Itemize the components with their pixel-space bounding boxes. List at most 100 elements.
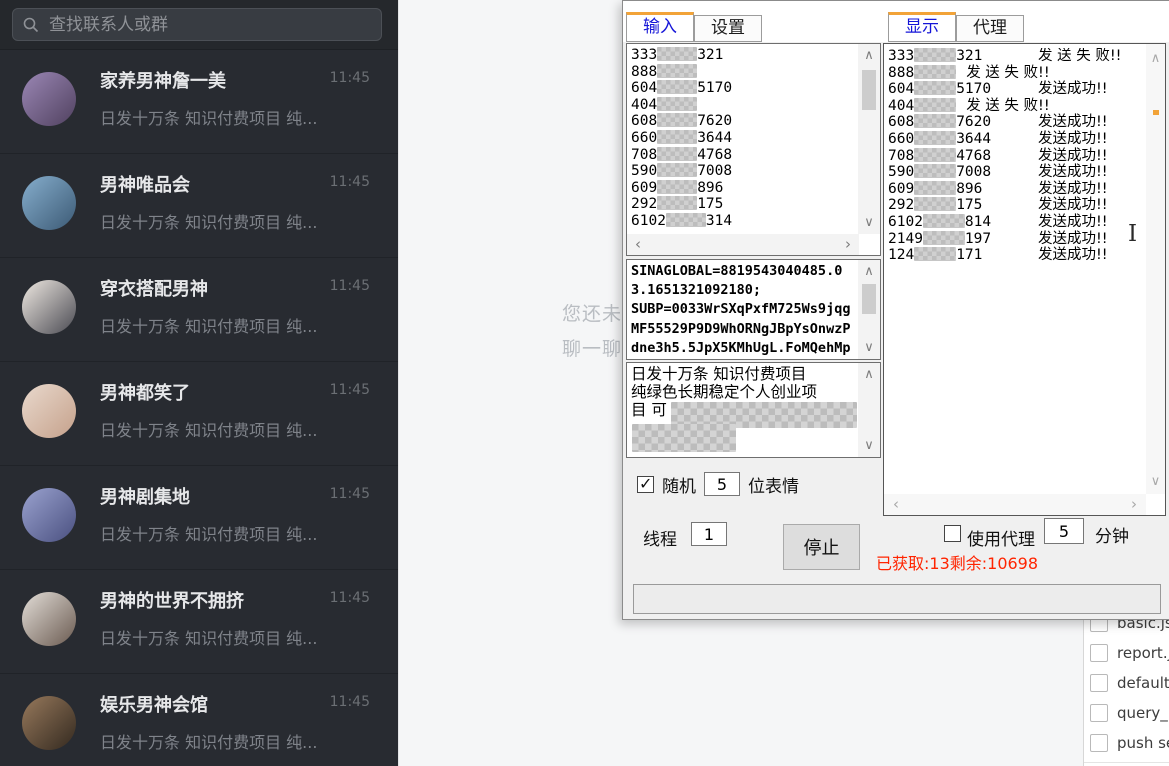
tab-display[interactable]: 显示	[888, 12, 956, 42]
number-suffix: 7620	[697, 113, 732, 129]
input-vertical-scrollbar[interactable]: ∧ ∨	[858, 44, 880, 234]
result-number: 609896	[888, 181, 1038, 198]
scrollbar-thumb[interactable]	[862, 70, 876, 110]
chat-list-item[interactable]: 男神唯品会 11:45 日发十万条 知识付费项目 纯...	[0, 154, 398, 258]
random-label: 随机	[662, 472, 696, 497]
chat-name: 穿衣搭配男神	[100, 275, 310, 301]
input-number-list: 3333218886045170404608762066036447084768…	[631, 47, 857, 233]
input-number-textarea[interactable]: 3333218886045170404608762066036447084768…	[626, 43, 881, 256]
blurred-digits	[914, 114, 956, 128]
chat-list-item[interactable]: 男神剧集地 11:45 日发十万条 知识付费项目 纯...	[0, 466, 398, 570]
file-list-item[interactable]: default_	[1084, 668, 1169, 698]
emoji-count-input[interactable]	[704, 472, 740, 496]
message-content-textarea[interactable]: 日发十万条 知识付费项目 纯绿色长期稳定个人创业项 目 可 ∧ ∨	[626, 362, 881, 458]
thread-count-input[interactable]	[691, 522, 727, 546]
status-bar-field[interactable]	[633, 584, 1161, 614]
content-vertical-scrollbar[interactable]: ∧ ∨	[858, 363, 880, 457]
chevron-down-icon[interactable]: ∨	[858, 341, 880, 354]
file-checkbox[interactable]	[1090, 704, 1108, 722]
chevron-down-icon[interactable]: ∨	[1146, 475, 1165, 488]
stop-button[interactable]: 停止	[783, 524, 860, 570]
chevron-left-icon[interactable]: ‹	[630, 234, 646, 255]
random-emoji-row: 随机 位表情	[637, 470, 799, 498]
chat-preview: 日发十万条 知识付费项目 纯...	[100, 209, 370, 233]
blurred-digits	[923, 231, 965, 245]
proxy-minutes-input[interactable]	[1044, 518, 1084, 544]
chevron-right-icon[interactable]: ›	[1126, 494, 1142, 515]
blurred-digits	[914, 197, 956, 211]
result-number: 2149197	[888, 231, 1038, 248]
send-status: 发送成功!!	[1038, 114, 1108, 130]
send-status: 发送成功!!	[1038, 81, 1108, 97]
number-suffix: 171	[956, 247, 982, 263]
number-prefix: 333	[631, 47, 657, 63]
chat-list-item[interactable]: 男神的世界不拥挤 11:45 日发十万条 知识付费项目 纯...	[0, 570, 398, 674]
empty-chat-hint: 您还未 聊一聊	[400, 297, 622, 367]
file-list-item[interactable]: push se	[1084, 728, 1169, 758]
blurred-digits	[914, 81, 956, 95]
chat-name: 家养男神詹一美	[100, 67, 310, 93]
number-prefix: 6102	[631, 213, 666, 229]
avatar	[22, 488, 76, 542]
result-number: 333321	[888, 48, 1038, 65]
tab-input[interactable]: 输入	[626, 12, 694, 42]
chevron-right-icon[interactable]: ›	[840, 234, 856, 255]
file-checkbox[interactable]	[1090, 644, 1108, 662]
result-number: 404	[888, 98, 966, 115]
use-proxy-checkbox[interactable]	[944, 525, 961, 542]
avatar	[22, 280, 76, 334]
search-input[interactable]	[47, 14, 371, 36]
send-result-row: 7084768发送成功!!	[888, 148, 1142, 165]
blurred-digits	[657, 130, 697, 144]
number-prefix: 604	[631, 80, 657, 96]
chevron-down-icon[interactable]: ∨	[858, 216, 880, 229]
send-status: 发送成功!!	[1038, 197, 1108, 213]
send-status: 发送成功!!	[1038, 247, 1108, 263]
chevron-up-icon[interactable]: ∧	[858, 49, 880, 62]
result-number: 6102814	[888, 214, 1038, 231]
chat-list: 家养男神詹一美 11:45 日发十万条 知识付费项目 纯... 男神唯品会 11…	[0, 50, 398, 766]
blurred-digits	[914, 247, 956, 261]
number-prefix: 888	[888, 65, 914, 81]
search-box[interactable]	[12, 8, 382, 41]
chat-list-item[interactable]: 穿衣搭配男神 11:45 日发十万条 知识付费项目 纯...	[0, 258, 398, 362]
send-result-row: 5907008发送成功!!	[888, 164, 1142, 181]
file-list-item[interactable]: report.js	[1084, 638, 1169, 668]
number-suffix: 321	[697, 47, 723, 63]
chevron-left-icon[interactable]: ‹	[888, 494, 904, 515]
cookie-textarea[interactable]: SINAGLOBAL=8819543040485.03.165132109218…	[626, 259, 881, 360]
input-number-row: 6102314	[631, 213, 857, 230]
number-suffix: 175	[956, 197, 982, 213]
chat-list-item[interactable]: 男神都笑了 11:45 日发十万条 知识付费项目 纯...	[0, 362, 398, 466]
cookie-vertical-scrollbar[interactable]: ∧ ∨	[858, 260, 880, 359]
output-horizontal-scrollbar[interactable]: ‹ ›	[884, 494, 1146, 515]
output-vertical-scrollbar[interactable]: ∧ ∨	[1146, 44, 1165, 494]
send-result-row: 6102814发送成功!!	[888, 214, 1142, 231]
input-number-row: 609896	[631, 180, 857, 197]
file-list-item[interactable]: query_re	[1084, 698, 1169, 728]
scrollbar-thumb[interactable]	[862, 284, 876, 314]
tab-settings[interactable]: 设置	[694, 15, 762, 42]
chevron-down-icon[interactable]: ∨	[858, 439, 880, 452]
input-number-row: 6087620	[631, 113, 857, 130]
send-result-panel[interactable]: 333321发 送 失 败!!888发 送 失 败!!6045170发送成功!!…	[883, 43, 1166, 516]
file-label: report.js	[1117, 644, 1169, 662]
chevron-up-icon[interactable]: ∧	[858, 368, 880, 381]
input-number-row: 404	[631, 97, 857, 114]
file-checkbox[interactable]	[1090, 674, 1108, 692]
chat-preview: 日发十万条 知识付费项目 纯...	[100, 417, 370, 441]
chevron-up-icon[interactable]: ∧	[1146, 52, 1165, 65]
request-count: 194 reque	[1084, 762, 1169, 766]
file-checkbox[interactable]	[1090, 734, 1108, 752]
chevron-up-icon[interactable]: ∧	[858, 265, 880, 278]
input-number-row: 6045170	[631, 80, 857, 97]
tab-proxy[interactable]: 代理	[956, 15, 1024, 42]
chat-list-item[interactable]: 娱乐男神会馆 11:45 日发十万条 知识付费项目 纯...	[0, 674, 398, 766]
result-number: 888	[888, 65, 966, 82]
random-checkbox[interactable]	[637, 476, 654, 493]
number-suffix: 896	[956, 181, 982, 197]
blurred-digits	[657, 113, 697, 127]
input-horizontal-scrollbar[interactable]: ‹ ›	[627, 234, 859, 255]
chat-list-item[interactable]: 家养男神詹一美 11:45 日发十万条 知识付费项目 纯...	[0, 50, 398, 154]
chat-name: 男神的世界不拥挤	[100, 587, 310, 613]
